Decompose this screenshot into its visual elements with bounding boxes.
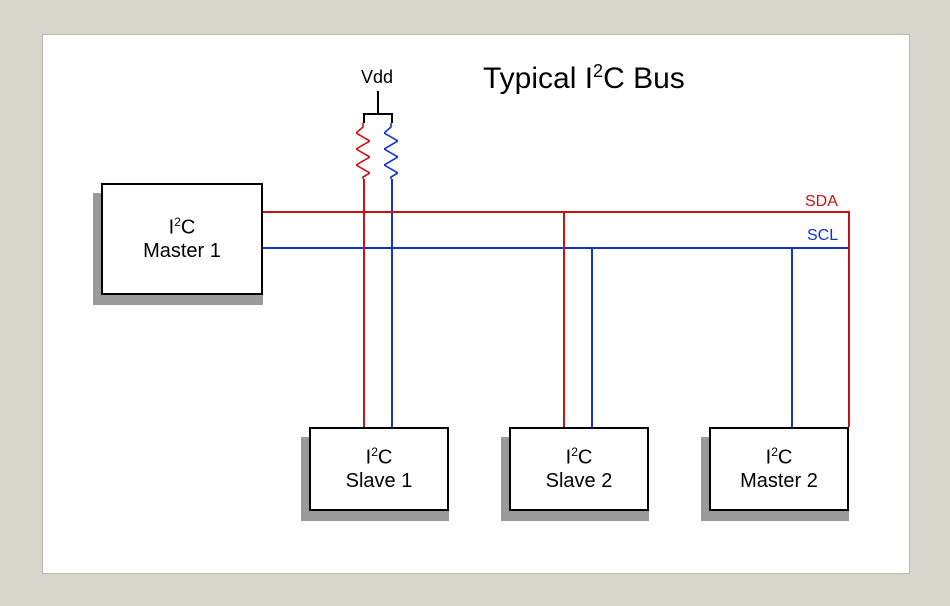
master2-scl-drop [791, 247, 793, 427]
device-master2-line1: I2C [766, 445, 793, 470]
device-slave1-line2: Slave 1 [346, 469, 413, 493]
device-master1-line1: I2C [169, 215, 196, 240]
device-slave2-line2: Slave 2 [546, 469, 613, 493]
title-sup: 2 [593, 61, 603, 81]
slave1-scl-drop [391, 247, 393, 427]
scl-label: SCL [807, 227, 838, 245]
slave1-sda-drop [363, 211, 365, 427]
vdd-label: Vdd [361, 67, 393, 88]
sda-label: SDA [805, 193, 838, 211]
vdd-drop-right [391, 113, 393, 123]
scl-bus [261, 247, 849, 249]
vdd-lead [377, 91, 379, 113]
pullup-sda-lead [363, 179, 365, 211]
pullup-resistor-scl [384, 123, 398, 179]
vdd-drop-left [363, 113, 365, 123]
vdd-tee [363, 113, 393, 115]
device-master2-line2: Master 2 [740, 469, 818, 493]
device-master1-line2: Master 1 [143, 239, 221, 263]
title-prefix: Typical I [483, 62, 593, 95]
pullup-scl-lead [391, 179, 393, 247]
master2-sda-drop [848, 211, 850, 427]
slave2-scl-drop [591, 247, 593, 427]
diagram-canvas: Typical I2C Bus Vdd SDA SCL I2C Master 1 [42, 34, 910, 574]
title-suffix: C Bus [603, 62, 685, 95]
sda-bus [261, 211, 849, 213]
device-slave1-line1: I2C [366, 445, 393, 470]
diagram-title: Typical I2C Bus [483, 61, 685, 96]
pullup-resistor-sda [356, 123, 370, 179]
device-slave2-line1: I2C [566, 445, 593, 470]
slave2-sda-drop [563, 211, 565, 427]
